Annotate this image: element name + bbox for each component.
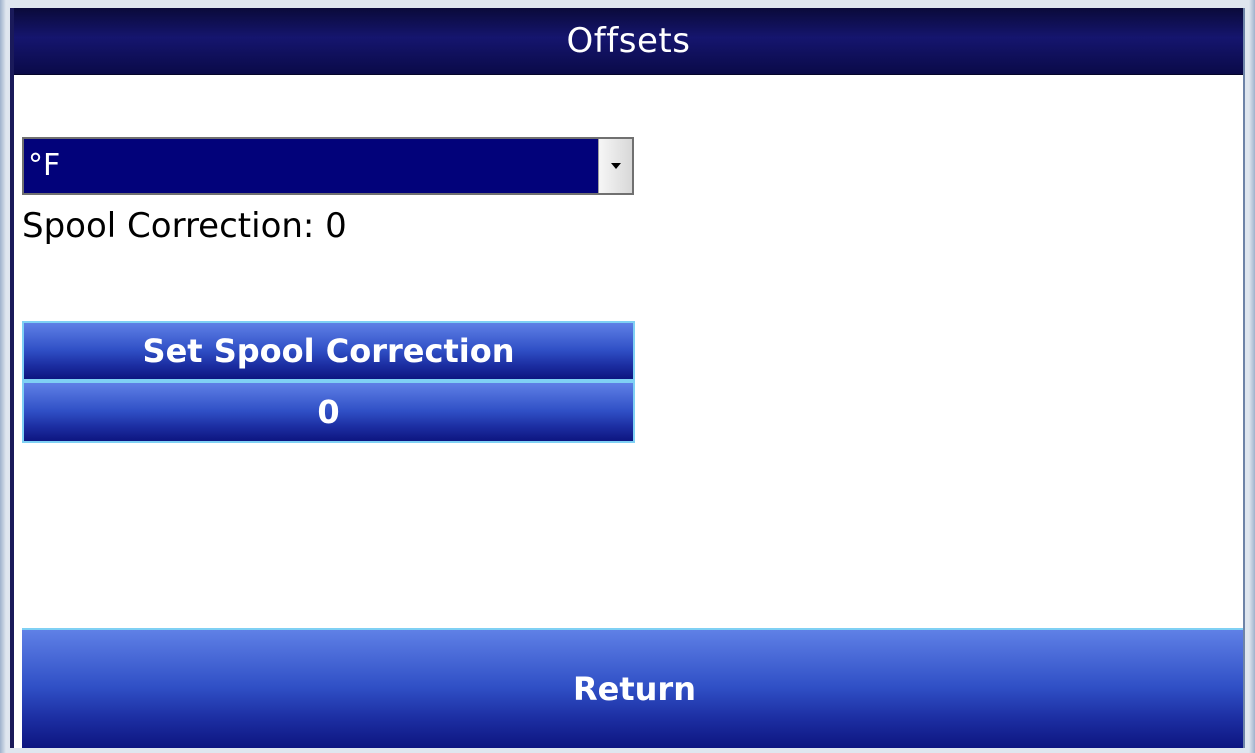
device-frame: Offsets °F Spool Correction: 0 Set Spool… — [0, 0, 1255, 753]
set-spool-correction-button[interactable]: Set Spool Correction — [22, 321, 635, 381]
spool-correction-status: Spool Correction: 0 — [22, 206, 347, 246]
units-dropdown[interactable]: °F — [22, 137, 634, 195]
chevron-down-icon — [610, 163, 621, 169]
return-button[interactable]: Return — [22, 628, 1243, 748]
units-dropdown-value: °F — [24, 139, 598, 193]
dropdown-arrow-button[interactable] — [598, 139, 632, 193]
title-bar: Offsets — [14, 8, 1243, 75]
spool-correction-value-button[interactable]: 0 — [22, 381, 635, 443]
page-title: Offsets — [566, 21, 691, 61]
offsets-screen: Offsets °F Spool Correction: 0 Set Spool… — [10, 8, 1245, 748]
